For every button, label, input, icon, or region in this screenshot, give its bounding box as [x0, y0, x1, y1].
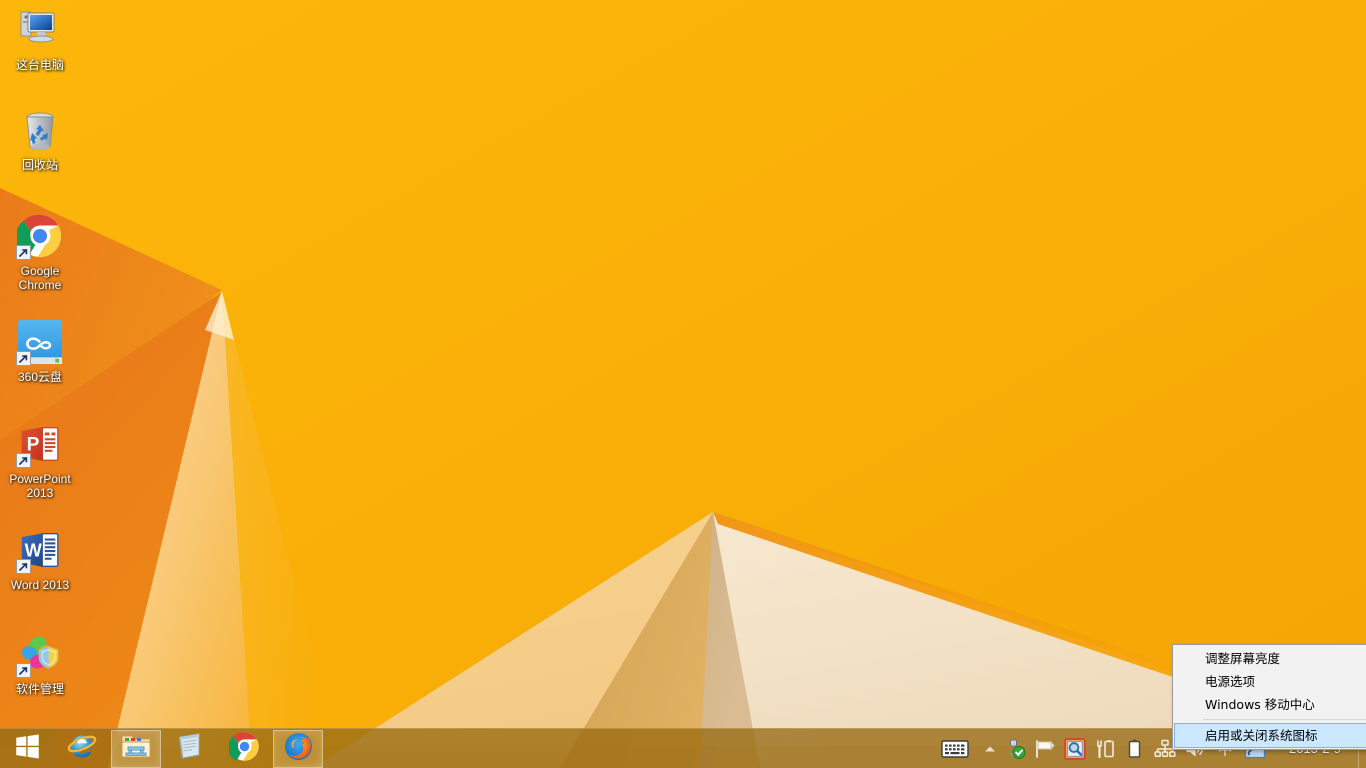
- desktop-icon-360-cloud-disk[interactable]: 360云盘: [3, 318, 77, 384]
- power-icon-context-menu[interactable]: 调整屏幕亮度 电源选项 Windows 移动中心 启用或关闭系统图标: [1172, 644, 1366, 750]
- menu-separator: [1203, 719, 1366, 720]
- word-icon: W: [16, 526, 64, 574]
- taskbar-button-file-explorer[interactable]: [111, 729, 161, 768]
- desktop-icon-label: 软件管理: [15, 682, 64, 696]
- powerpoint-icon: P: [16, 420, 64, 468]
- menu-item-power-options[interactable]: 电源选项: [1173, 670, 1366, 693]
- firefox-icon: [283, 731, 314, 767]
- battery-icon[interactable]: [1123, 736, 1147, 762]
- desktop-icon-label: PowerPoint 2013: [9, 472, 71, 500]
- taskbar-button-google-chrome[interactable]: [219, 730, 269, 768]
- start-button[interactable]: [0, 728, 55, 768]
- ie-icon: [66, 730, 98, 767]
- desktop-icon-this-pc[interactable]: 这台电脑: [3, 6, 77, 72]
- battery-tool-icon[interactable]: [1093, 736, 1117, 762]
- desktop-icon-label: 360云盘: [17, 370, 63, 384]
- shortcut-arrow-icon: [16, 453, 31, 468]
- desktop-icon-software-manager[interactable]: 软件管理: [3, 630, 77, 696]
- shortcut-arrow-icon: [16, 559, 31, 574]
- taskbar-button-firefox[interactable]: [273, 729, 323, 768]
- taskbar-button-notepad[interactable]: [165, 730, 215, 768]
- desktop-icon-label: Google Chrome: [18, 264, 62, 292]
- chevron-up-icon[interactable]: [980, 736, 1000, 762]
- desktop[interactable]: 这台电脑 回收站 Google Chrome 360云盘 P PowerPoin…: [0, 0, 1366, 768]
- recycle-bin-icon: [16, 106, 64, 154]
- menu-item-windows-mobility-center[interactable]: Windows 移动中心: [1173, 693, 1366, 716]
- desktop-icon-word-2013[interactable]: W Word 2013: [3, 526, 77, 592]
- svg-text:W: W: [25, 541, 43, 561]
- windows-logo-icon: [15, 734, 40, 764]
- desktop-icon-recycle-bin[interactable]: 回收站: [3, 106, 77, 172]
- desktop-icon-google-chrome[interactable]: Google Chrome: [3, 212, 77, 292]
- desktop-icon-label: 这台电脑: [15, 58, 64, 72]
- desktop-icon-powerpoint-2013[interactable]: P PowerPoint 2013: [3, 420, 77, 500]
- taskbar-button-internet-explorer[interactable]: [57, 730, 107, 768]
- software-manager-icon: [16, 630, 64, 678]
- desktop-icon-label: Word 2013: [10, 578, 70, 592]
- taskbar-empty-area[interactable]: [325, 729, 934, 768]
- taskbar-app-buttons: [55, 729, 325, 768]
- menu-item-adjust-screen-brightness[interactable]: 调整屏幕亮度: [1173, 647, 1366, 670]
- wallpaper: [0, 0, 1366, 768]
- shortcut-arrow-icon: [16, 663, 31, 678]
- taskbar[interactable]: 中 2015-2-9: [0, 728, 1366, 768]
- shortcut-arrow-icon: [16, 245, 31, 260]
- usb-eject-icon[interactable]: [1003, 736, 1027, 762]
- desktop-icon-label: 回收站: [21, 158, 58, 172]
- computer-icon: [16, 6, 64, 54]
- menu-item-turn-system-icons-on-or-off[interactable]: 启用或关闭系统图标: [1174, 723, 1366, 748]
- folder-icon: [120, 731, 152, 766]
- chrome-icon: [227, 731, 260, 767]
- flag-icon[interactable]: [1033, 736, 1057, 762]
- screen-search-icon[interactable]: [1063, 736, 1087, 762]
- keyboard-icon[interactable]: [940, 736, 970, 762]
- shortcut-arrow-icon: [16, 351, 31, 366]
- chrome-icon: [16, 212, 64, 260]
- notepad-icon: [174, 731, 206, 766]
- cloud-disk-icon: [16, 318, 64, 366]
